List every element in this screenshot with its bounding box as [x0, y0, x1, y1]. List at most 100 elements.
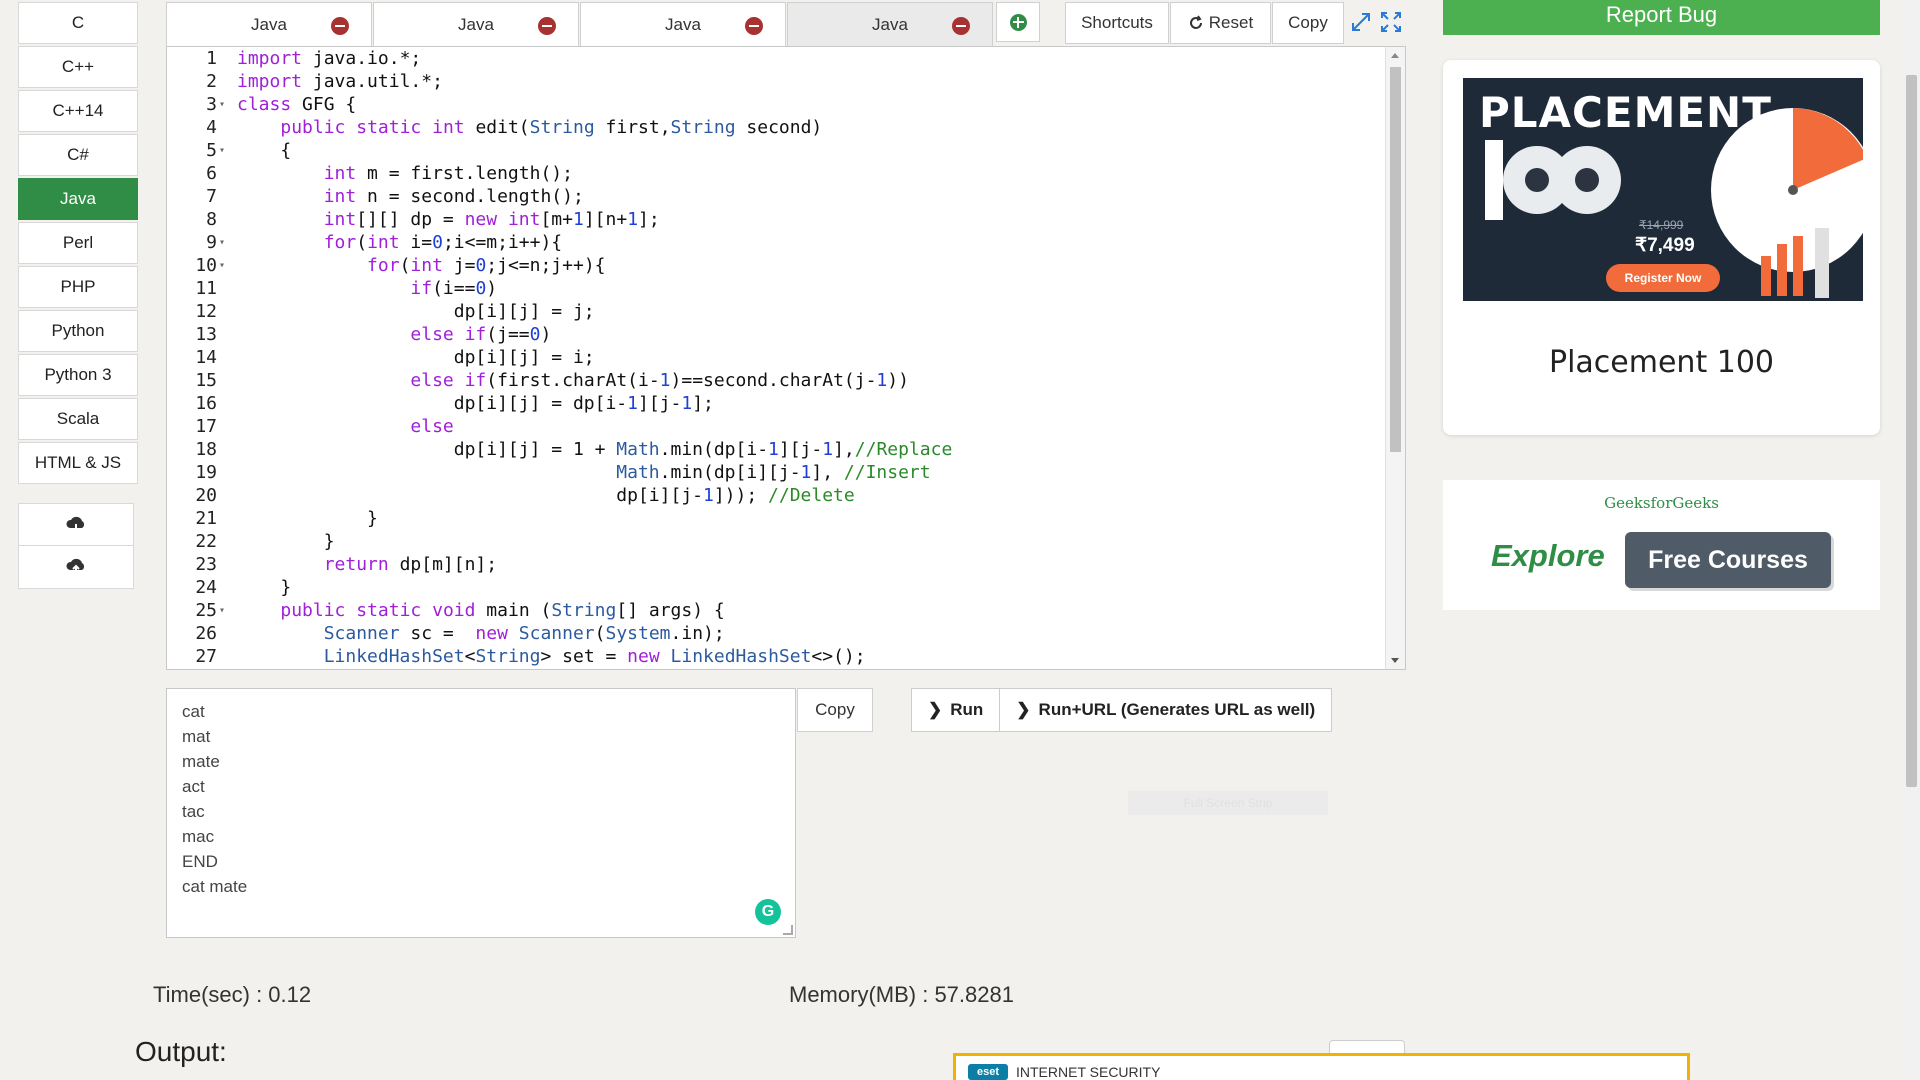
fold-arrow-icon[interactable]: ▾	[219, 93, 225, 116]
code-line[interactable]: 4 public static int edit(String first,St…	[167, 116, 1385, 139]
expand-icon[interactable]	[1349, 10, 1373, 34]
line-number: 12	[195, 301, 217, 322]
stdin-textarea[interactable]: cat mat mate act tac mac END cat mate G	[166, 688, 796, 938]
line-number: 5	[206, 140, 217, 161]
code-text: LinkedHashSet<String> set = new LinkedHa…	[323, 646, 866, 667]
placement-banner[interactable]: PLACEMENT ₹14,999 ₹7,499 Register Now	[1463, 78, 1863, 301]
language-button[interactable]: Scala	[18, 398, 138, 440]
code-line[interactable]: 3 ▾ class GFG {	[167, 93, 1385, 116]
code-editor[interactable]: 1 import java.io.*; 2 import java.util.*; 3 ▾…	[166, 46, 1406, 670]
fullscreen-icon[interactable]	[1379, 10, 1403, 34]
code-line[interactable]: 19 Math.min(dp[i][j-1], //Insert	[167, 461, 1385, 484]
fold-arrow-icon[interactable]: ▾	[219, 139, 225, 162]
code-line[interactable]: 11 if(i==0)	[167, 277, 1385, 300]
code-line[interactable]: 22 }	[167, 530, 1385, 553]
line-number: 25	[195, 600, 217, 621]
time-stat: Time(sec) : 0.12	[153, 982, 312, 1007]
code-line[interactable]: 9 ▾ for(int i=0;i<=m;i++){	[167, 231, 1385, 254]
reset-button[interactable]: Reset	[1170, 2, 1271, 44]
report-bug-button[interactable]: Report Bug	[1443, 0, 1880, 35]
language-button[interactable]: HTML & JS	[18, 442, 138, 484]
editor-tab[interactable]: Java	[373, 2, 579, 46]
code-line[interactable]: 20 dp[i][j-1])); //Delete	[167, 484, 1385, 507]
register-now-button[interactable]: Register Now	[1606, 264, 1720, 292]
code-line[interactable]: 13 else if(j==0)	[167, 323, 1385, 346]
code-line[interactable]: 27 LinkedHashSet<String> set = new Linke…	[167, 645, 1385, 668]
shortcuts-button[interactable]: Shortcuts	[1065, 2, 1169, 44]
language-button[interactable]: Python 3	[18, 354, 138, 396]
page-scroll-thumb[interactable]	[1906, 75, 1917, 787]
ad-explore-text: Explore	[1491, 538, 1605, 573]
fullscreen-strip[interactable]: Full Screen Strip	[1128, 791, 1328, 815]
language-button[interactable]: C#	[18, 134, 138, 176]
eset-logo: eset	[968, 1064, 1008, 1080]
code-line[interactable]: 16 dp[i][j] = dp[i-1][j-1];	[167, 392, 1385, 415]
card-title[interactable]: Placement 100	[1443, 345, 1880, 380]
add-tab-button[interactable]	[996, 2, 1040, 42]
code-line[interactable]: 17 else	[167, 415, 1385, 438]
code-text: for(int i=0;i<=m;i++){	[323, 232, 563, 253]
input-line: mate	[182, 752, 220, 771]
eset-ad[interactable]: eset INTERNET SECURITY	[953, 1053, 1690, 1080]
code-line[interactable]: 14 dp[i][j] = i;	[167, 346, 1385, 369]
code-text: Scanner sc = new Scanner(System.in);	[323, 623, 725, 644]
grammarly-icon[interactable]: G	[755, 899, 781, 925]
code-line[interactable]: 15 else if(first.charAt(i-1)==second.cha…	[167, 369, 1385, 392]
close-tab-icon[interactable]	[538, 17, 556, 35]
editor-scrollbar[interactable]	[1385, 47, 1405, 669]
code-line[interactable]: 7 int n = second.length();	[167, 185, 1385, 208]
editor-scroll-thumb[interactable]	[1390, 67, 1401, 452]
code-line[interactable]: 18 dp[i][j] = 1 + Math.min(dp[i-1][j-1],…	[167, 438, 1385, 461]
copy-input-button[interactable]: Copy	[797, 688, 873, 732]
code-line[interactable]: 8 int[][] dp = new int[m+1][n+1];	[167, 208, 1385, 231]
editor-tab[interactable]: Java	[166, 2, 372, 46]
language-button[interactable]: Perl	[18, 222, 138, 264]
close-tab-icon[interactable]	[745, 17, 763, 35]
copy-input-label: Copy	[815, 700, 855, 719]
free-courses-button[interactable]: Free Courses	[1625, 532, 1831, 588]
language-button[interactable]: C	[18, 2, 138, 44]
fold-arrow-icon[interactable]: ▾	[219, 599, 225, 622]
run-url-button[interactable]: ❯ Run+URL (Generates URL as well)	[1000, 689, 1332, 731]
line-number: 18	[195, 439, 217, 460]
code-line[interactable]: 26 Scanner sc = new Scanner(System.in);	[167, 622, 1385, 645]
code-line[interactable]: 6 int m = first.length();	[167, 162, 1385, 185]
code-line[interactable]: 21 }	[167, 507, 1385, 530]
language-button[interactable]: Python	[18, 310, 138, 352]
close-tab-icon[interactable]	[952, 17, 970, 35]
code-area[interactable]: 1 import java.io.*; 2 import java.util.*; 3 ▾…	[167, 47, 1385, 668]
code-line[interactable]: 5 ▾ {	[167, 139, 1385, 162]
code-line[interactable]: 1 import java.io.*;	[167, 47, 1385, 70]
close-tab-icon[interactable]	[331, 17, 349, 35]
editor-tab[interactable]: Java	[787, 2, 993, 46]
language-button[interactable]: C++	[18, 46, 138, 88]
scroll-down-icon[interactable]	[1391, 658, 1399, 663]
editor-tab[interactable]: Java	[580, 2, 786, 46]
cloud-download-button[interactable]	[19, 504, 133, 546]
code-text: {	[237, 140, 292, 161]
copy-code-button[interactable]: Copy	[1272, 2, 1344, 44]
placement-card[interactable]: PLACEMENT ₹14,999 ₹7,499 Register Now Pl…	[1443, 60, 1880, 435]
code-text: class GFG {	[237, 94, 357, 115]
fold-arrow-icon[interactable]: ▾	[219, 231, 225, 254]
code-line[interactable]: 12 dp[i][j] = j;	[167, 300, 1385, 323]
tab-label: Java	[872, 14, 908, 34]
code-line[interactable]: 24 }	[167, 576, 1385, 599]
code-line[interactable]: 2 import java.util.*;	[167, 70, 1385, 93]
fold-arrow-icon[interactable]: ▾	[219, 254, 225, 277]
resize-handle-icon[interactable]	[783, 925, 793, 935]
line-number: 11	[195, 278, 217, 299]
courses-ad[interactable]: GeeksforGeeks Explore Free Courses	[1443, 480, 1880, 610]
code-line[interactable]: 10 ▾ for(int j=0;j<=n;j++){	[167, 254, 1385, 277]
run-button[interactable]: ❯ Run	[912, 689, 1001, 731]
language-button[interactable]: Java	[18, 178, 138, 220]
scroll-up-icon[interactable]	[1391, 53, 1399, 58]
language-button[interactable]: C++14	[18, 90, 138, 132]
language-button[interactable]: PHP	[18, 266, 138, 308]
input-line: act	[182, 777, 205, 796]
page-scrollbar[interactable]	[1903, 0, 1920, 1080]
code-line[interactable]: 25 ▾ public static void main (String[] ar…	[167, 599, 1385, 622]
code-line[interactable]: 23 return dp[m][n];	[167, 553, 1385, 576]
cloud-upload-button[interactable]	[19, 546, 133, 588]
plus-circle-icon	[1009, 13, 1027, 31]
